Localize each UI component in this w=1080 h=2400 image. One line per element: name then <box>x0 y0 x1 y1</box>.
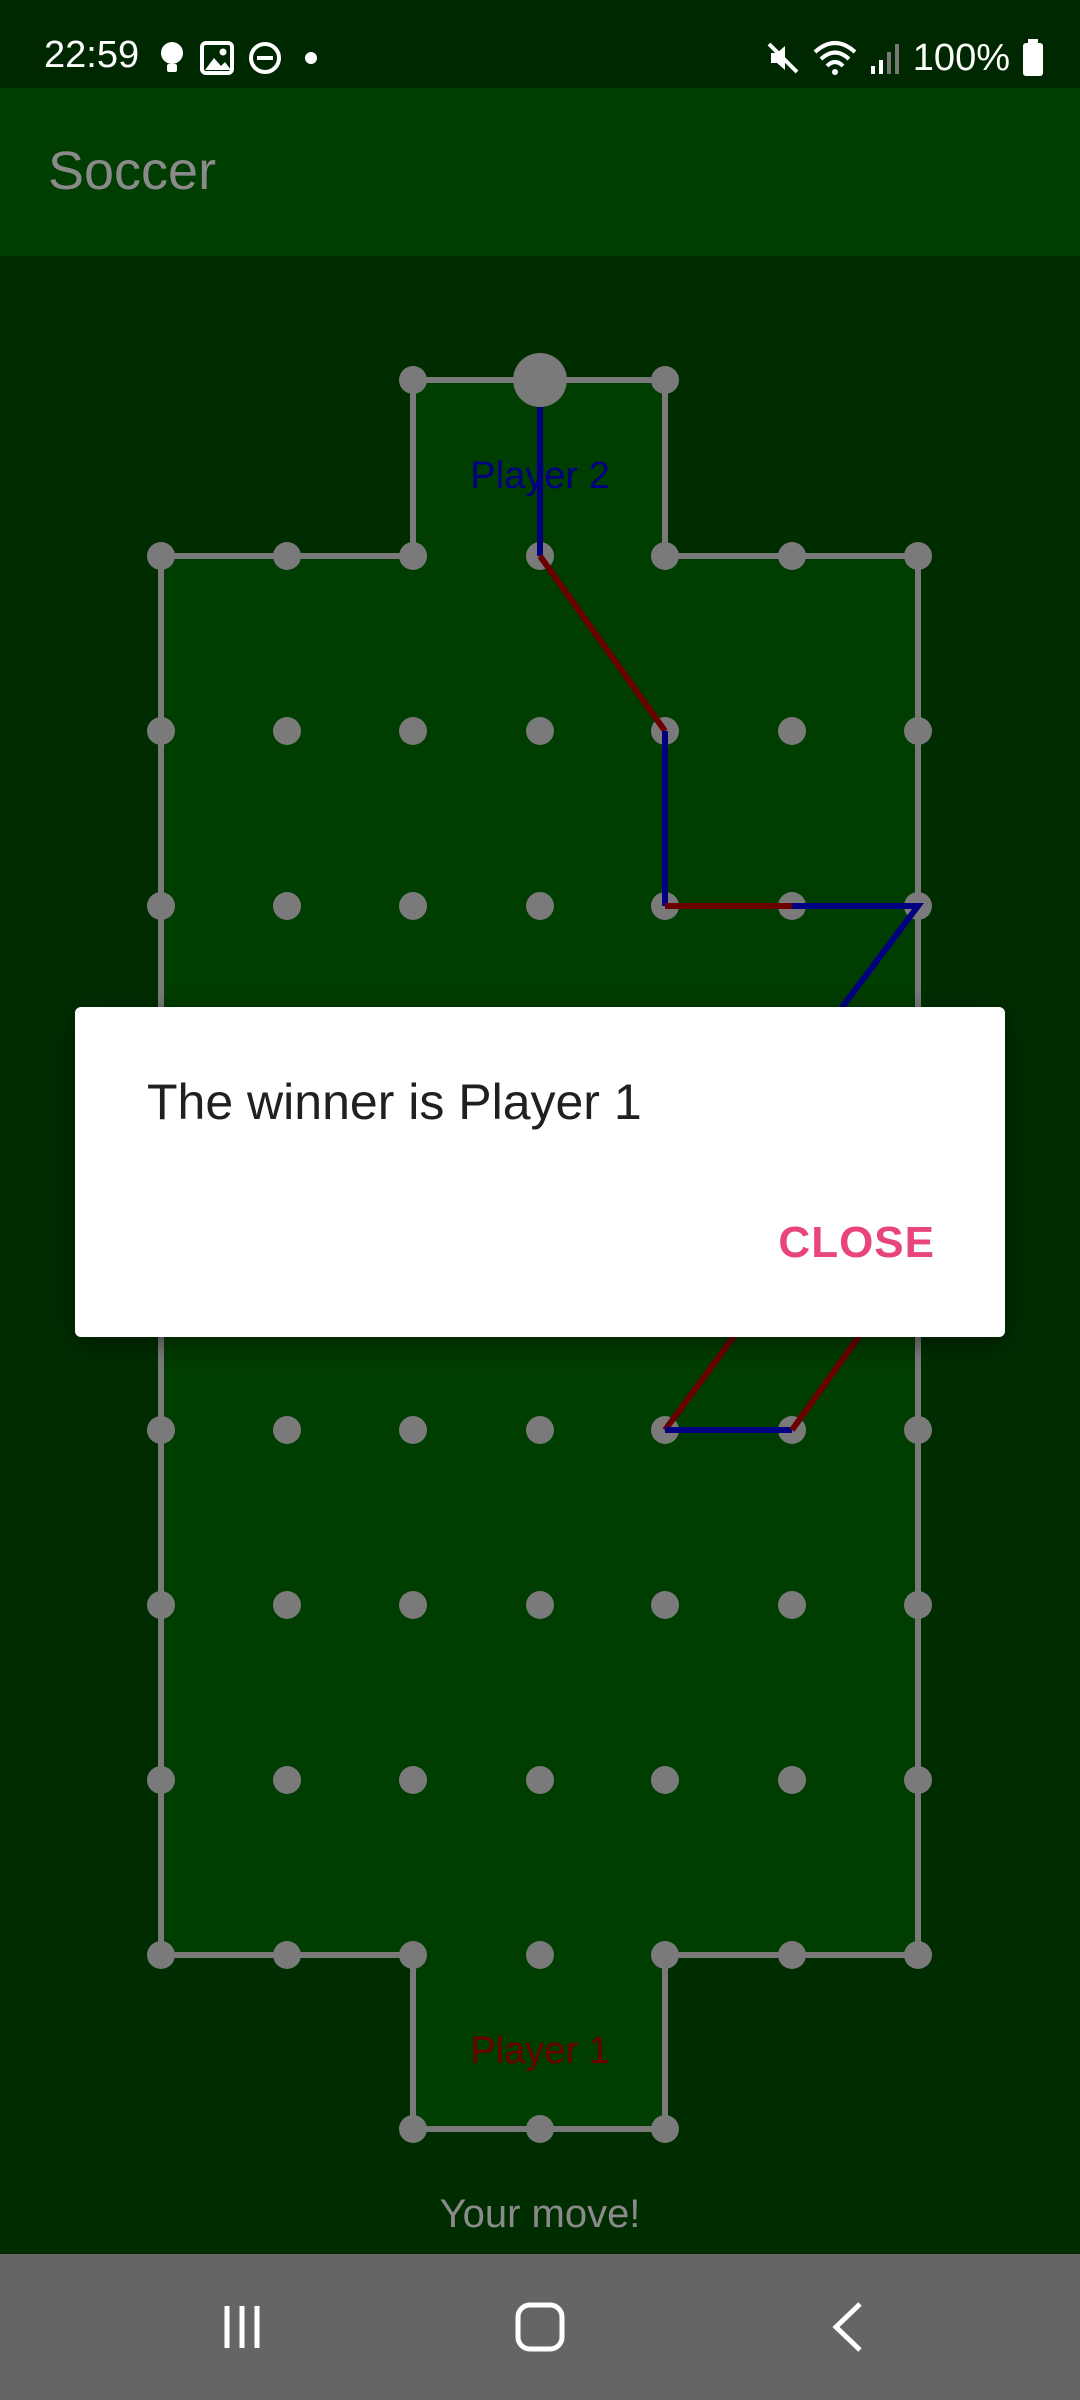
recents-icon <box>224 2306 260 2348</box>
back-button[interactable] <box>748 2254 948 2400</box>
home-button[interactable] <box>440 2254 640 2400</box>
recents-button[interactable] <box>142 2254 342 2400</box>
dialog-message: The winner is Player 1 <box>147 1074 642 1130</box>
close-button[interactable]: CLOSE <box>778 1221 935 1265</box>
navigation-bar <box>0 2254 1080 2400</box>
home-icon <box>515 2302 565 2352</box>
winner-dialog: The winner is Player 1 CLOSE <box>75 1007 1005 1337</box>
back-icon <box>832 2302 862 2352</box>
